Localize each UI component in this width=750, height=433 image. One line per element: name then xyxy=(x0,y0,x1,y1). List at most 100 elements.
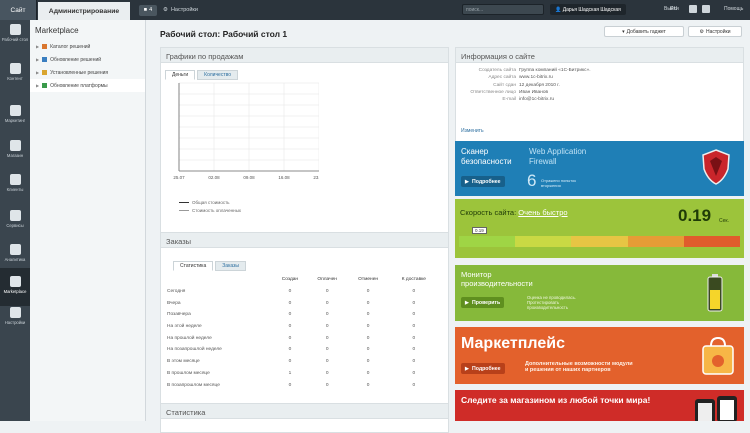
table-cell: 0 xyxy=(366,312,370,318)
desktop-icon xyxy=(9,24,21,35)
table-cell: 0 xyxy=(412,324,416,330)
monitor-check-button[interactable]: ▶ Проверить xyxy=(461,297,505,308)
speed-marker: 0.19 xyxy=(472,227,487,234)
speed-status-link[interactable]: Очень быстро xyxy=(518,208,567,217)
x-tick-label: 25.07 xyxy=(173,175,185,180)
sidebar-item-settings[interactable]: Настройки xyxy=(0,303,30,337)
table-cell: 0 xyxy=(412,289,416,295)
orders-table: Создан Оплачен Отменен К доставке Сегодня 0 0… xyxy=(167,274,439,391)
search-input[interactable]: поиск... xyxy=(462,4,544,15)
gear-icon: ⚙ xyxy=(163,7,168,13)
expand-icon: ▶ xyxy=(36,83,40,88)
table-cell: 0 xyxy=(366,324,370,330)
table-cell: 0 xyxy=(325,382,329,388)
sidebar-item-services[interactable]: Сервисы xyxy=(0,206,30,240)
speed-value: 0.19 xyxy=(678,206,712,225)
table-cell: 0 xyxy=(325,300,329,306)
sidebar-item-marketplace[interactable]: Marketplace xyxy=(0,268,30,306)
user-name: Дарья Шадская Шадская xyxy=(562,6,621,13)
market-more-button[interactable]: ▶ Подробнее xyxy=(461,363,505,374)
table-cell: 0 xyxy=(412,335,416,341)
x-tick-label: 23.08 xyxy=(313,175,319,180)
legend-paid: Стоимость оплаченных xyxy=(179,208,241,213)
table-cell: 0 xyxy=(366,289,370,295)
settings-button[interactable]: ⚙ Настройки xyxy=(688,26,742,37)
table-cell: 1 xyxy=(288,370,292,376)
table-cell: 0 xyxy=(412,359,416,365)
scanner-more-button[interactable]: ▶ Подробнее xyxy=(461,176,505,187)
pin-icon[interactable] xyxy=(702,5,710,13)
sales-title: Графики по продажам xyxy=(161,48,448,63)
speed-title: Скорость сайта: Очень быстро xyxy=(460,208,568,217)
scanner-title: Сканер безопасности xyxy=(461,147,512,166)
row-label: Позавчера xyxy=(167,312,191,318)
stats-card: Статистика xyxy=(160,403,449,433)
edit-link[interactable]: Изменить xyxy=(461,128,484,134)
users-icon xyxy=(9,174,21,185)
tab-site[interactable]: Сайт xyxy=(0,0,37,20)
top-settings-link[interactable]: ⚙ Настройки xyxy=(163,7,198,13)
play-icon: ▶ xyxy=(465,299,469,306)
row-label: В прошлом месяце xyxy=(167,370,210,376)
table-row: На этой неделе 0 0 0 0 xyxy=(167,321,439,333)
panel-item-updates[interactable]: ▶ Обновление решений xyxy=(30,53,145,66)
chart-icon xyxy=(9,244,21,255)
table-cell: 0 xyxy=(288,335,292,341)
panel-item-label: Обновление платформы xyxy=(50,82,108,89)
panel-item-catalog[interactable]: ▶ Каталог решений xyxy=(30,40,145,53)
orders-card: Заказы Статистика Заказы Создан Оплачен От… xyxy=(160,232,449,412)
expand-icon: ▶ xyxy=(36,70,40,75)
info-rows: Создатель сайта Группа компаний «1С-Битри… xyxy=(456,63,743,103)
megaphone-icon xyxy=(9,105,21,116)
sidebar-label: Marketplace xyxy=(3,289,27,294)
panel-title: Marketplace xyxy=(35,26,79,35)
table-row: В этом месяце 0 0 0 0 xyxy=(167,356,439,368)
battery-icon xyxy=(707,274,723,312)
marketplace-panel: Marketplace ▶ Каталог решений ▶ Обновление… xyxy=(30,20,146,421)
sales-chart: 25.07 02.08 09.08 16.08 23.08 xyxy=(173,82,319,180)
fullscreen-icon[interactable] xyxy=(689,5,697,13)
col-created: Создан xyxy=(281,277,299,283)
col-delivery: К доставке xyxy=(401,277,426,283)
table-cell: 0 xyxy=(325,289,329,295)
cart-icon xyxy=(702,336,734,375)
table-cell: 0 xyxy=(325,359,329,365)
stats-title: Статистика xyxy=(161,404,448,419)
scanner-button-label: Подробнее xyxy=(472,178,501,185)
sidebar-item-content[interactable]: Контент xyxy=(0,59,30,93)
info-label: Сайт сдан xyxy=(493,82,516,88)
table-cell: 0 xyxy=(288,359,292,365)
monitor-button-label: Проверить xyxy=(472,299,501,306)
add-gadget-button[interactable]: ▾ Добавить гаджет xyxy=(604,26,684,37)
help-link[interactable]: Помощь xyxy=(724,6,743,12)
tab-admin[interactable]: Администрирование xyxy=(38,2,130,20)
tab-orders[interactable]: Заказы xyxy=(215,261,246,271)
info-value: 12 декабря 2010 г. xyxy=(519,82,560,88)
user-menu[interactable]: 👤 Дарья Шадская Шадская xyxy=(550,4,626,15)
update-icon xyxy=(42,57,48,62)
sidebar-item-clients[interactable]: Клиенты xyxy=(0,170,30,204)
panel-item-platform-update[interactable]: ▶ Обновление платформы xyxy=(30,79,145,92)
table-row: На позапрошлой неделе 0 0 0 0 xyxy=(167,344,439,356)
market-button-label: Подробнее xyxy=(472,365,501,372)
sidebar-item-shop[interactable]: Магазин xyxy=(0,136,30,170)
sidebar-item-marketing[interactable]: Маркетинг xyxy=(0,101,30,135)
dropdown-icon: ▾ xyxy=(622,28,625,35)
marketplace-card: Маркетплейс ▶ Подробнее Дополнительные во… xyxy=(455,327,744,384)
notifications-button[interactable]: ■ 4 xyxy=(139,4,157,16)
sidebar-label: Магазин xyxy=(6,153,24,158)
tab-statistics[interactable]: Статистика xyxy=(173,261,214,271)
panel-item-installed[interactable]: ▶ Установленные решения xyxy=(30,66,145,79)
table-cell: 0 xyxy=(325,347,329,353)
info-value: info@1c-bitrix.ru xyxy=(519,97,554,103)
table-cell: 0 xyxy=(325,312,329,318)
sidebar-label: Маркетинг xyxy=(4,118,26,123)
speed-unit: Сек. xyxy=(719,218,729,224)
sidebar-label: Настройки xyxy=(4,320,26,325)
page-title: Рабочий стол: Рабочий стол 1 xyxy=(160,29,288,39)
language-select[interactable]: RU xyxy=(670,6,677,12)
sidebar-item-desktop[interactable]: Рабочий стол xyxy=(0,20,30,54)
row-label: На этой неделе xyxy=(167,324,202,330)
mobile-shop-card: Следите за магазином из любой точки мира… xyxy=(455,390,744,421)
add-gadget-label: Добавить гаджет xyxy=(626,28,666,35)
